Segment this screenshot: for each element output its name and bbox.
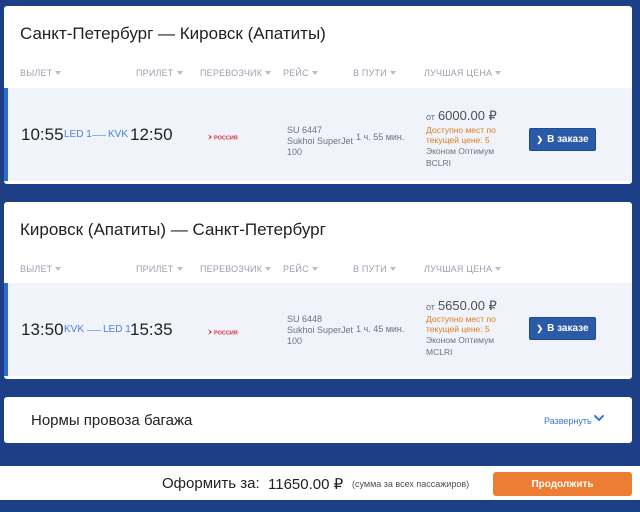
flight-number: SU 6447 [287, 125, 323, 135]
arrival-airport: KVK [108, 129, 129, 140]
baggage-section: Нормы провоза багажа Развернуть [4, 397, 632, 443]
aircraft-type-suffix: 100 [287, 336, 303, 346]
flight-number: SU 6448 [287, 314, 323, 324]
airline-rossiya-logo: РОССИЯ [208, 134, 238, 142]
checkout-footer: Оформить за: 11650.00 ₽ (сумма за всех п… [0, 466, 640, 500]
arrival-time: 12:50 [130, 125, 173, 144]
chevron-right-icon: ❯ [536, 324, 544, 333]
aircraft-type: Sukhoi SuperJet [287, 325, 354, 335]
price: от 6000.00 ₽ [426, 108, 497, 123]
route-dash [87, 330, 101, 331]
total-amount: 11650.00 ₽ [268, 476, 344, 493]
sort-caret-icon [55, 267, 62, 271]
sort-price[interactable]: ЛУЧШАЯ ЦЕНА [424, 68, 502, 78]
column-header-row: ВЫЛЕТ ПРИЛЕТ ПЕРЕВОЗЧИК РЕЙС В ПУТИ ЛУЧШ… [4, 68, 632, 86]
arrival-airport: LED 1 [103, 324, 131, 335]
departure-airport: LED 1 [64, 129, 92, 140]
svg-text:РОССИЯ: РОССИЯ [214, 136, 238, 142]
flight-row: 10:55 LED 1 KVK 12:50 РОССИЯ SU 6447 Suk… [4, 88, 632, 181]
flight-duration: 1 ч. 55 мин. [356, 132, 405, 142]
sort-carrier[interactable]: ПЕРЕВОЗЧИК [200, 68, 272, 78]
sort-caret-icon [55, 71, 62, 75]
sort-caret-icon [265, 71, 272, 75]
svg-text:РОССИЯ: РОССИЯ [214, 331, 238, 337]
sort-caret-icon [265, 267, 272, 271]
aircraft-type-suffix: 100 [287, 147, 303, 157]
sort-caret-icon [495, 267, 502, 271]
sort-flight[interactable]: РЕЙС [283, 68, 318, 78]
departure-time: 13:50 [21, 320, 64, 339]
fare-code: MCLRI [426, 347, 453, 357]
in-order-button[interactable]: ❯ В заказе [529, 128, 596, 151]
sort-caret-icon [311, 267, 318, 271]
sort-arrive[interactable]: ПРИЛЕТ [136, 68, 183, 78]
departure-time: 10:55 [21, 125, 64, 144]
seats-available-count: текущей цене: 5 [426, 324, 490, 334]
sort-caret-icon [176, 267, 183, 271]
continue-button[interactable]: Продолжить [493, 472, 632, 496]
expand-link[interactable]: Развернуть [544, 416, 592, 426]
flight-card-return: Кировск (Апатиты) — Санкт-Петербург ВЫЛЕ… [4, 202, 632, 379]
sort-flight[interactable]: РЕЙС [283, 264, 318, 274]
seats-available: Доступно мест по [426, 314, 496, 324]
chevron-right-icon: ❯ [536, 135, 544, 144]
flight-duration: 1 ч. 45 мин. [356, 324, 405, 334]
column-header-row: ВЫЛЕТ ПРИЛЕТ ПЕРЕВОЗЧИК РЕЙС В ПУТИ ЛУЧШ… [4, 264, 632, 282]
fare-code: BCLRI [426, 158, 452, 168]
price: от 5650.00 ₽ [426, 298, 497, 313]
sort-depart[interactable]: ВЫЛЕТ [20, 264, 62, 274]
arrival-time: 15:35 [130, 320, 173, 339]
sort-duration[interactable]: В ПУТИ [353, 264, 396, 274]
baggage-title: Нормы провоза багажа [31, 412, 193, 429]
seats-available: Доступно мест по [426, 125, 496, 135]
flight-card-outbound: Санкт-Петербург — Кировск (Апатиты) ВЫЛЕ… [4, 6, 632, 184]
sort-caret-icon [389, 267, 396, 271]
aircraft-type: Sukhoi SuperJet [287, 136, 354, 146]
route-dash [92, 135, 106, 136]
sort-arrive[interactable]: ПРИЛЕТ [136, 264, 183, 274]
sort-caret-icon [495, 71, 502, 75]
sort-caret-icon [311, 71, 318, 75]
sort-caret-icon [176, 71, 183, 75]
seats-available-count: текущей цене: 5 [426, 135, 490, 145]
departure-airport: KVK [64, 324, 85, 335]
fare-name: Эконом Оптимум [426, 335, 495, 345]
total-label: Оформить за: [162, 475, 260, 492]
fare-name: Эконом Оптимум [426, 146, 495, 156]
route-title: Кировск (Апатиты) — Санкт-Петербург [20, 220, 326, 239]
sort-price[interactable]: ЛУЧШАЯ ЦЕНА [424, 264, 502, 274]
route-title: Санкт-Петербург — Кировск (Апатиты) [20, 24, 326, 43]
sort-duration[interactable]: В ПУТИ [353, 68, 396, 78]
flight-row: 13:50 KVK LED 1 15:35 РОССИЯ SU 6448 Suk… [4, 283, 632, 376]
sort-carrier[interactable]: ПЕРЕВОЗЧИК [200, 264, 272, 274]
total-note: (сумма за всех пассажиров) [352, 479, 470, 489]
sort-depart[interactable]: ВЫЛЕТ [20, 68, 62, 78]
chevron-down-icon[interactable] [593, 412, 605, 424]
sort-caret-icon [389, 71, 396, 75]
airline-rossiya-logo: РОССИЯ [208, 329, 238, 337]
in-order-button[interactable]: ❯ В заказе [529, 317, 596, 340]
